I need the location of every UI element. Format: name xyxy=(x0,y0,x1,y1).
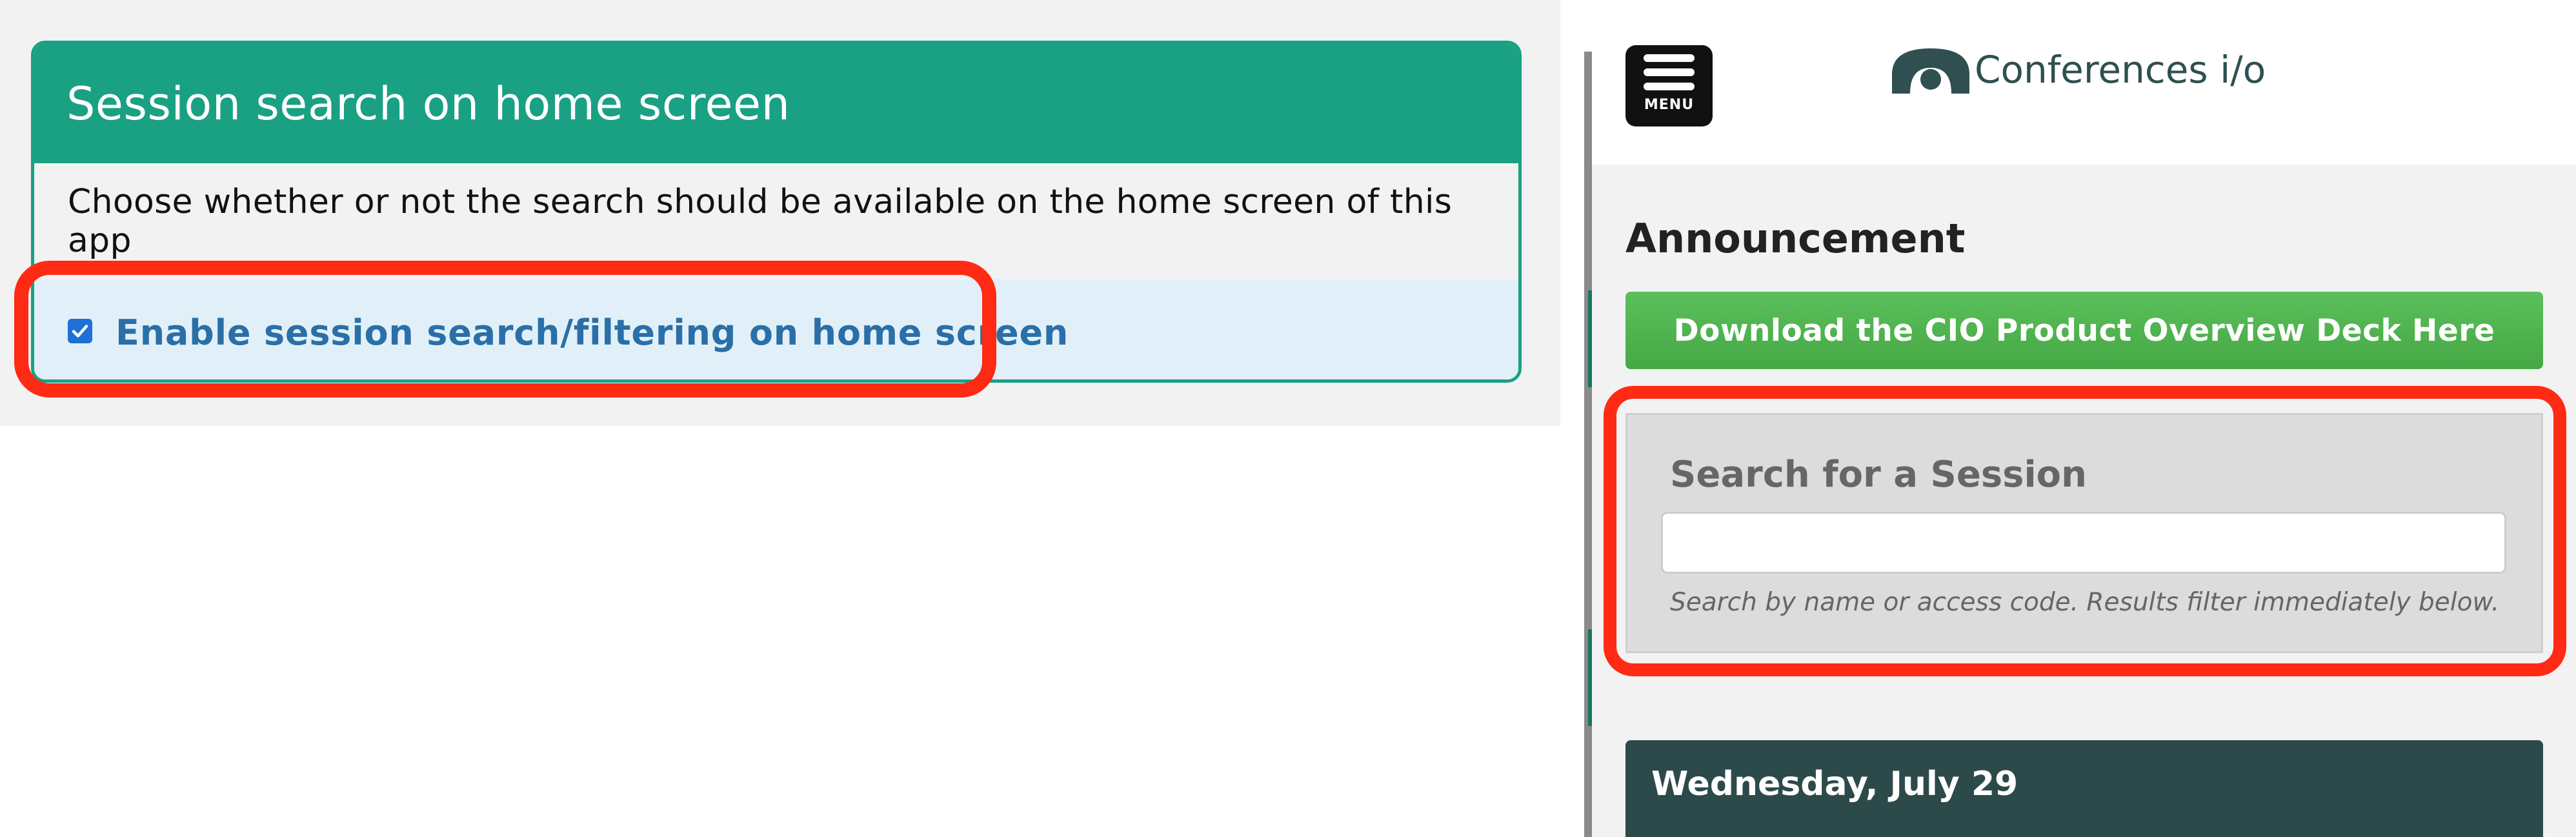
conferences-logo-icon xyxy=(1892,48,1969,94)
highlight-annotation-left xyxy=(14,261,996,398)
phone-preview: MENU Conferences i/o Announcement Downlo… xyxy=(1592,0,2576,837)
app-header: MENU Conferences i/o xyxy=(1592,0,2576,165)
menu-button[interactable]: MENU xyxy=(1625,45,1713,126)
download-deck-button[interactable]: Download the CIO Product Overview Deck H… xyxy=(1625,292,2543,369)
card-header: Session search on home screen xyxy=(34,44,1518,163)
announcement-title: Announcement xyxy=(1625,215,1966,262)
description-text: Choose whether or not the search should … xyxy=(68,183,1453,260)
hamburger-menu-icon xyxy=(1644,54,1695,62)
menu-label: MENU xyxy=(1644,97,1695,113)
hamburger-bar xyxy=(1644,68,1695,76)
brand-name: Conferences i/o xyxy=(1975,48,2266,92)
hamburger-bar xyxy=(1644,83,1695,90)
day-header: Wednesday, July 29 xyxy=(1625,740,2543,837)
card-title: Session search on home screen xyxy=(66,77,790,130)
day-title: Wednesday, July 29 xyxy=(1651,765,2018,803)
highlight-annotation-right xyxy=(1604,386,2566,676)
